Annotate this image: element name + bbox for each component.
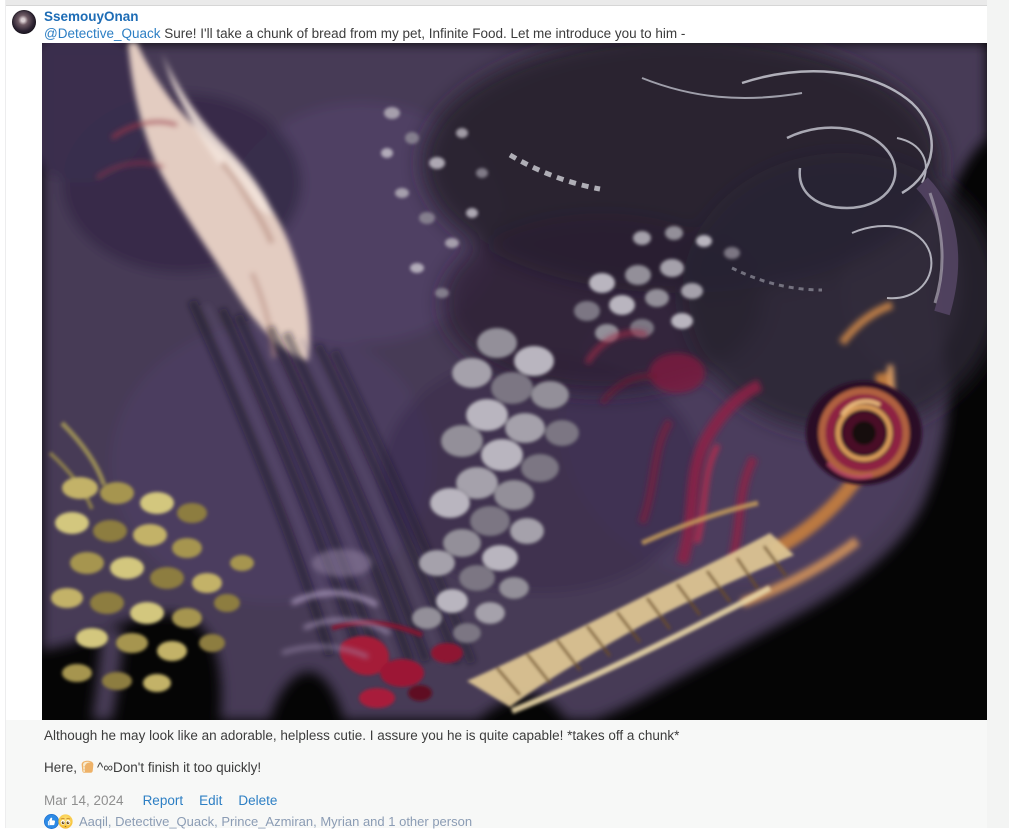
mention-link[interactable]: @Detective_Quack — [44, 26, 161, 41]
post-body-line1: Although he may look like an adorable, h… — [44, 728, 679, 743]
infinity-exponent: ^∞ — [97, 760, 113, 775]
reaction-names-link[interactable]: Aaqil, Detective_Quack, Prince_Azmiran, … — [79, 814, 472, 829]
intro-text: Sure! I'll take a chunk of bread from my… — [161, 26, 686, 41]
post-image[interactable] — [42, 43, 987, 720]
here-text-suffix: Don't finish it too quickly! — [113, 760, 261, 775]
here-text: Here, — [44, 760, 77, 775]
delete-button[interactable]: Delete — [238, 793, 277, 808]
report-button[interactable]: Report — [143, 793, 184, 808]
previous-post-divider — [6, 0, 1009, 6]
post-body-line2: Here, ^∞ Don't finish it too quickly! — [44, 759, 261, 775]
pleading-face-emoji-icon[interactable] — [58, 814, 73, 829]
avatar[interactable] — [12, 10, 36, 34]
username-link[interactable]: SsemouyOnan — [44, 9, 139, 24]
bread-emoji-icon — [79, 759, 96, 775]
page-left-border — [5, 0, 6, 828]
post-intro-line: @Detective_Quack Sure! I'll take a chunk… — [44, 26, 685, 41]
post-date: Mar 14, 2024 — [44, 793, 124, 808]
edit-button[interactable]: Edit — [199, 793, 222, 808]
page-right-gutter — [987, 0, 1009, 828]
post-footer: Mar 14, 2024 Report Edit Delete — [44, 793, 293, 808]
thumbs-up-emoji-icon[interactable] — [44, 814, 59, 829]
reactions-row: Aaqil, Detective_Quack, Prince_Azmiran, … — [44, 814, 472, 829]
